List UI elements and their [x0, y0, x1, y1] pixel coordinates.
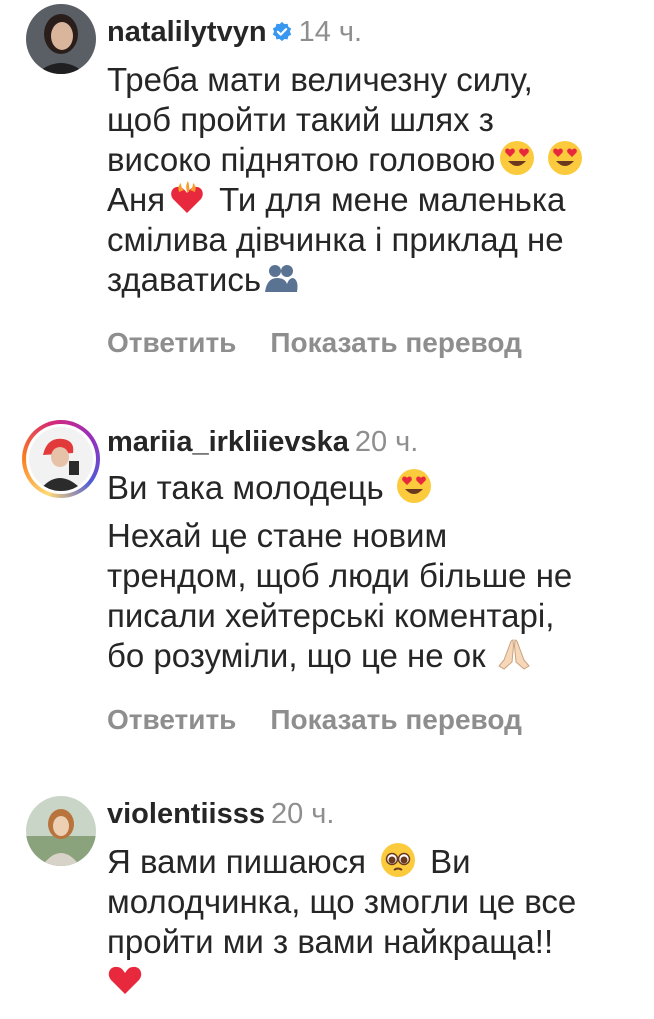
reply-button[interactable]: Ответить [107, 704, 236, 735]
heart-eyes-emoji [548, 141, 583, 175]
avatar-image [29, 427, 93, 491]
comment-line-with-emoji: бо розуміли, що це не ок [107, 636, 647, 676]
avatar-image [26, 796, 96, 866]
comment-text: Ви така молодець Нехай це стане новим тр… [107, 468, 647, 676]
show-translation-button[interactable]: Показать перевод [270, 327, 522, 358]
comment-actions: Ответить Показать перевод [107, 704, 556, 736]
avatar[interactable] [22, 792, 100, 870]
comment-time: 20 ч. [354, 426, 419, 458]
comment-line-with-emoji: здаватись [107, 260, 647, 300]
verified-badge-icon [272, 21, 291, 42]
comment-line: писали хейтерські коментарі, [107, 597, 555, 634]
comment-text: Треба мати величезну силу, щоб пройти та… [107, 60, 647, 300]
comment-line-with-emoji: Аня Ти для мене маленька [107, 181, 566, 218]
comment-line: пройти ми з вами найкраща!! [107, 923, 554, 960]
heart-eyes-emoji [500, 141, 535, 175]
comment-text: Я вами пишаюся Ви молодчинка, що змогли ц… [107, 842, 647, 1002]
comment-line: щоб пройти такий шлях з [107, 101, 494, 138]
comment-line-with-emoji: Я вами пишаюся Ви [107, 843, 471, 880]
comment-line-with-emoji: високо піднятою головою [107, 140, 647, 180]
username[interactable]: violentiisss [107, 798, 265, 830]
comment-line: Треба мати величезну силу, [107, 61, 533, 98]
comment-time: 14 ч. [298, 16, 363, 48]
people-hugging-emoji [265, 265, 298, 292]
comment-time: 20 ч. [270, 798, 335, 830]
show-translation-button[interactable]: Показать перевод [270, 704, 522, 735]
avatar[interactable] [22, 420, 100, 498]
comment-line: молодчинка, що змогли це все [107, 883, 577, 920]
comment-header: natalilytvyn 14 ч. [107, 14, 362, 50]
heart-eyes-emoji [396, 469, 431, 503]
folded-hands-emoji [497, 639, 530, 670]
avatar-image [26, 4, 96, 74]
comment-line-with-emoji: Ви така молодець [107, 468, 647, 508]
heart-on-fire-emoji [171, 181, 203, 213]
avatar[interactable] [22, 0, 100, 78]
comment-line: смілива дівчинка і приклад не [107, 221, 564, 258]
red-heart-emoji [108, 966, 142, 994]
username[interactable]: natalilytvyn [107, 16, 267, 48]
comment-line: трендом, щоб люди більше не [107, 557, 573, 594]
comment-line-with-emoji [107, 962, 647, 1002]
username[interactable]: mariia_irkliievska [107, 426, 349, 458]
comment-header: mariia_irkliievska 20 ч. [107, 424, 418, 460]
comment-header: violentiisss 20 ч. [107, 796, 334, 832]
comment-line: Нехай це стане новим [107, 517, 448, 554]
reply-button[interactable]: Ответить [107, 327, 236, 358]
comment-actions: Ответить Показать перевод [107, 327, 556, 359]
pleading-face-emoji [381, 843, 416, 877]
